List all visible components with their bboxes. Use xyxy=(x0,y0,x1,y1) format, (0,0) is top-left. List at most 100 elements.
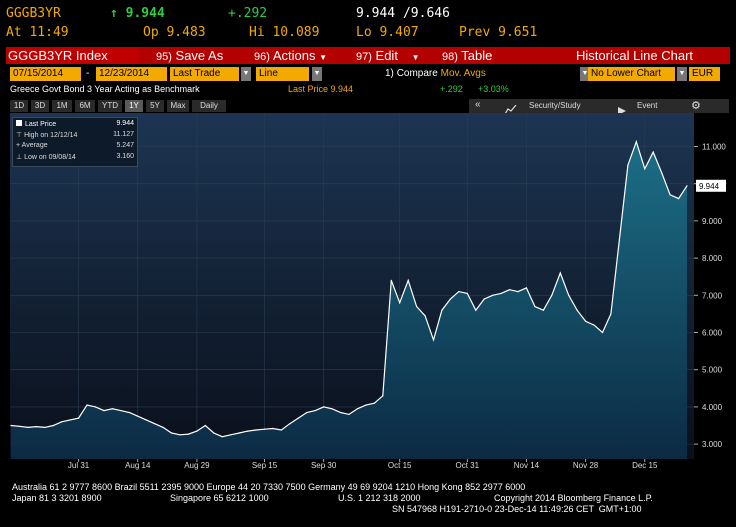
data-point xyxy=(230,434,232,436)
data-point xyxy=(686,185,688,187)
x-tick-label: Jul 31 xyxy=(68,461,90,470)
at-label: At xyxy=(6,25,22,40)
security-net-change: +.292 xyxy=(440,84,463,94)
compare-value: Mov. Avgs xyxy=(440,68,486,79)
data-point xyxy=(145,419,147,421)
dropdown-arrow-icon[interactable]: ▼ xyxy=(312,67,322,81)
data-point xyxy=(551,294,553,296)
y-tick-label: 8.000 xyxy=(702,254,723,263)
period-ytd[interactable]: YTD xyxy=(98,100,122,112)
bid-ask: 9.944 /9.646 xyxy=(356,6,450,21)
data-point xyxy=(483,298,485,300)
period-max[interactable]: Max xyxy=(167,100,189,112)
dropdown-arrow-icon: ▼ xyxy=(319,53,327,62)
last-price: ↑ 9.944 xyxy=(110,6,165,22)
actions-num: 96) xyxy=(254,51,270,63)
data-point xyxy=(585,320,587,322)
data-point xyxy=(35,426,37,428)
legend-average-label: Average xyxy=(21,142,48,149)
data-point xyxy=(610,313,612,315)
actions-button[interactable]: 96) Actions ▼ xyxy=(254,47,327,64)
data-point xyxy=(306,411,308,414)
ticker: GGGB3YR xyxy=(6,6,61,21)
field-select[interactable]: Last Trade xyxy=(170,67,239,81)
data-point xyxy=(644,168,646,170)
data-point xyxy=(289,423,291,425)
data-point xyxy=(669,194,671,196)
data-point xyxy=(475,309,477,311)
event-button[interactable]: Event xyxy=(637,101,657,110)
last-price-value: 9.944 xyxy=(125,6,165,21)
low-value: 9.407 xyxy=(379,25,419,40)
x-tick-label: Aug 29 xyxy=(184,461,210,470)
edit-num: 97) xyxy=(356,51,372,63)
data-point xyxy=(340,411,342,414)
period-1m[interactable]: 1M xyxy=(52,100,72,112)
data-point xyxy=(196,430,198,432)
style-select[interactable]: Line xyxy=(256,67,309,81)
compare-button[interactable]: 1) Compare Mov. Avgs xyxy=(385,67,486,81)
legend-low-value: 3.160 xyxy=(116,153,134,160)
data-point xyxy=(18,425,21,427)
legend-high-value: 11.127 xyxy=(113,131,134,138)
data-point xyxy=(187,433,190,435)
legend-average: + Average 5.247 xyxy=(16,142,134,149)
footer-us: U.S. 1 212 318 2000 xyxy=(338,493,421,503)
legend-last-label: Last Price xyxy=(25,121,57,128)
security-description: Greece Govt Bond 3 Year Acting as Benchm… xyxy=(10,84,200,94)
save-as-label: Save As xyxy=(175,48,224,63)
actions-label: Actions xyxy=(272,48,316,63)
data-point xyxy=(247,430,249,432)
footer-japan: Japan 81 3 3201 8900 xyxy=(12,493,102,503)
table-button[interactable]: 98) Table xyxy=(442,47,492,64)
gear-icon[interactable]: ⚙ xyxy=(691,99,701,112)
open-label: Op xyxy=(143,25,159,40)
data-point xyxy=(128,411,130,414)
save-as-button[interactable]: 95) Save As xyxy=(156,47,223,64)
period-daily[interactable]: Daily xyxy=(192,100,226,112)
data-point xyxy=(103,410,105,412)
data-point xyxy=(78,417,80,419)
data-point xyxy=(69,419,71,421)
footer-line-3: SN 547968 H191-2710-0 23-Dec-14 11:49:26… xyxy=(392,504,642,514)
data-point xyxy=(390,279,392,281)
data-point xyxy=(162,426,164,428)
period-3d[interactable]: 3D xyxy=(31,100,49,112)
x-tick-label: Oct 31 xyxy=(456,461,480,470)
data-point xyxy=(432,339,435,341)
period-6m[interactable]: 6M xyxy=(75,100,95,112)
high-marker-icon: ⊤ xyxy=(16,132,23,139)
table-label: Table xyxy=(461,48,493,63)
collapse-button[interactable]: « xyxy=(475,99,481,110)
dropdown-arrow-icon: ▼ xyxy=(411,53,420,62)
legend-low-label: Low on 09/08/14 xyxy=(24,154,76,161)
chart-tools-bar: « Security/Study Event ⚙ xyxy=(469,99,729,115)
data-point xyxy=(399,302,401,304)
data-point xyxy=(221,436,223,438)
period-1d[interactable]: 1D xyxy=(10,100,28,112)
end-date-input[interactable]: 12/23/2014 xyxy=(96,67,167,81)
dropdown-arrow-icon[interactable]: ▼ xyxy=(241,67,251,81)
data-point xyxy=(661,171,663,174)
start-date-input[interactable]: 07/15/2014 xyxy=(10,67,81,81)
data-point xyxy=(297,417,299,419)
edit-label: Edit xyxy=(375,48,398,63)
security-study-button[interactable]: Security/Study xyxy=(529,101,581,110)
data-point xyxy=(373,402,375,404)
period-5y[interactable]: 5Y xyxy=(146,100,164,112)
legend-average-value: 5.247 xyxy=(116,142,134,149)
x-tick-label: Sep 30 xyxy=(311,461,337,470)
y-tick-label: 11.000 xyxy=(702,142,726,151)
x-tick-label: Sep 15 xyxy=(252,461,278,470)
y-tick-label: 9.000 xyxy=(702,217,723,226)
data-point xyxy=(525,287,528,289)
chart-title: Historical Line Chart xyxy=(576,48,694,63)
lower-chart-select[interactable]: No Lower Chart xyxy=(588,67,675,81)
edit-button[interactable]: 97) Edit ▼ xyxy=(356,47,419,64)
prev-label: Prev xyxy=(459,25,491,40)
y-tick-label: 3.000 xyxy=(702,440,723,449)
currency-select[interactable]: EUR xyxy=(689,67,720,81)
period-1y[interactable]: 1Y xyxy=(125,100,143,112)
prev-value: 9.651 xyxy=(498,25,538,40)
dropdown-arrow-icon[interactable]: ▼ xyxy=(677,67,687,81)
